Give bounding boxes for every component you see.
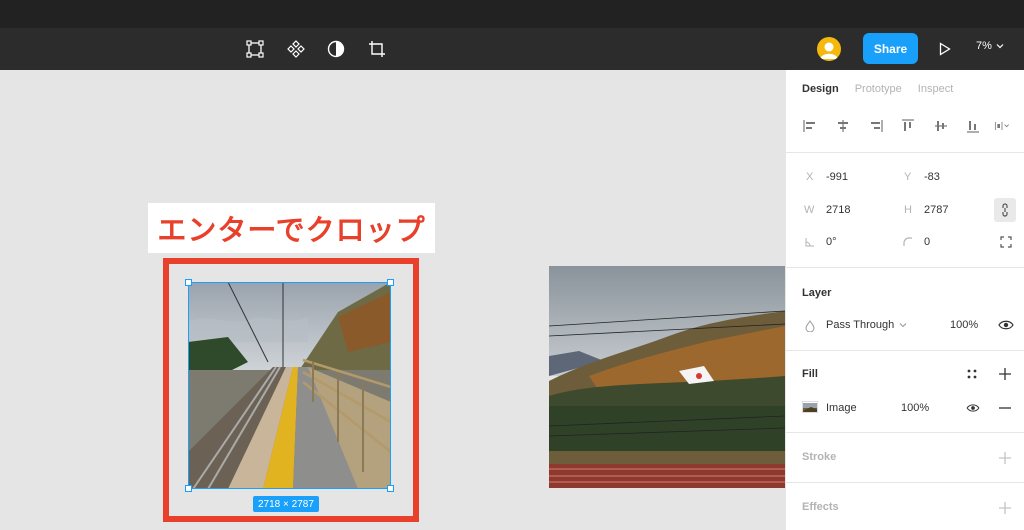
image-mountain[interactable] — [549, 266, 785, 488]
corner-radius-field[interactable]: 0 — [924, 236, 930, 248]
toolbar: Share 7% — [0, 28, 1024, 70]
align-left-icon[interactable] — [802, 118, 818, 134]
present-play-icon[interactable] — [935, 39, 955, 59]
fill-type-label[interactable]: Image — [826, 402, 857, 414]
link-icon — [1002, 203, 1008, 217]
tab-inspect[interactable]: Inspect — [918, 83, 953, 95]
divider — [786, 152, 1024, 153]
add-fill-plus-icon[interactable] — [999, 368, 1011, 380]
resize-handle-bottom-left[interactable] — [185, 485, 192, 492]
x-field[interactable]: -991 — [826, 171, 848, 183]
resize-handle-top-right[interactable] — [387, 279, 394, 286]
effects-section-title: Effects — [802, 501, 839, 513]
selection-outline — [188, 282, 391, 489]
chevron-down-icon — [996, 44, 1004, 49]
align-right-icon[interactable] — [868, 118, 884, 134]
add-effect-plus-icon[interactable] — [999, 502, 1011, 514]
frame-icon[interactable] — [243, 37, 267, 61]
align-vertical-center-icon[interactable] — [933, 118, 949, 134]
tab-prototype[interactable]: Prototype — [855, 83, 902, 95]
fill-section-title: Fill — [802, 368, 818, 380]
w-label: W — [804, 204, 815, 216]
crop-icon[interactable] — [365, 37, 389, 61]
styles-grid-icon[interactable] — [967, 369, 977, 379]
width-field[interactable]: 2718 — [826, 204, 850, 216]
distribute-icon[interactable] — [994, 118, 1010, 134]
blend-mode-dropdown[interactable]: Pass Through — [826, 319, 907, 331]
zoom-dropdown[interactable]: 7% — [976, 40, 1004, 52]
constrain-proportions-button[interactable] — [994, 198, 1016, 222]
avatar[interactable] — [817, 37, 841, 61]
share-button[interactable]: Share — [863, 33, 918, 64]
divider — [786, 432, 1024, 433]
align-bottom-icon[interactable] — [965, 118, 981, 134]
layer-opacity-field[interactable]: 100% — [950, 319, 978, 331]
divider — [786, 350, 1024, 351]
contrast-icon[interactable] — [324, 37, 348, 61]
align-horizontal-center-icon[interactable] — [835, 118, 851, 134]
stroke-section-title: Stroke — [802, 451, 837, 463]
rotation-field[interactable]: 0° — [826, 236, 837, 248]
component-icon[interactable] — [284, 37, 308, 61]
fill-image-thumbnail[interactable] — [802, 401, 818, 413]
fill-opacity-field[interactable]: 100% — [901, 402, 929, 414]
y-label: Y — [904, 171, 912, 183]
divider — [786, 267, 1024, 268]
align-top-icon[interactable] — [900, 118, 916, 134]
zoom-level: 7% — [976, 40, 992, 52]
resize-handle-top-left[interactable] — [185, 279, 192, 286]
alignment-toolbar — [802, 118, 1022, 136]
figma-app: Share 7% エンターでクロップ 2718 × 2787 Design Pr… — [0, 0, 1024, 530]
panel-tabs: Design Prototype Inspect — [802, 83, 953, 95]
h-label: H — [904, 204, 912, 216]
crop-caption: エンターでクロップ — [148, 203, 435, 253]
tab-design[interactable]: Design — [802, 83, 839, 95]
divider — [786, 482, 1024, 483]
dimension-badge: 2718 × 2787 — [253, 496, 319, 512]
eye-icon[interactable] — [966, 403, 980, 413]
eye-icon[interactable] — [998, 319, 1014, 331]
chevron-down-icon — [899, 323, 907, 328]
add-stroke-plus-icon[interactable] — [999, 452, 1011, 464]
remove-fill-minus-icon[interactable] — [999, 407, 1011, 409]
design-panel: Design Prototype Inspect X -991 Y -83 W … — [785, 70, 1024, 530]
blend-drop-icon — [805, 320, 815, 332]
x-label: X — [806, 171, 814, 183]
canvas[interactable]: エンターでクロップ 2718 × 2787 — [0, 70, 785, 530]
height-field[interactable]: 2787 — [924, 204, 948, 216]
independent-corners-icon[interactable] — [1000, 236, 1012, 248]
resize-handle-bottom-right[interactable] — [387, 485, 394, 492]
title-bar — [0, 0, 1024, 28]
layer-section-title: Layer — [802, 287, 832, 299]
rotation-icon — [805, 238, 814, 247]
y-field[interactable]: -83 — [924, 171, 940, 183]
blend-mode-value: Pass Through — [826, 319, 895, 331]
corner-radius-icon — [903, 237, 912, 246]
